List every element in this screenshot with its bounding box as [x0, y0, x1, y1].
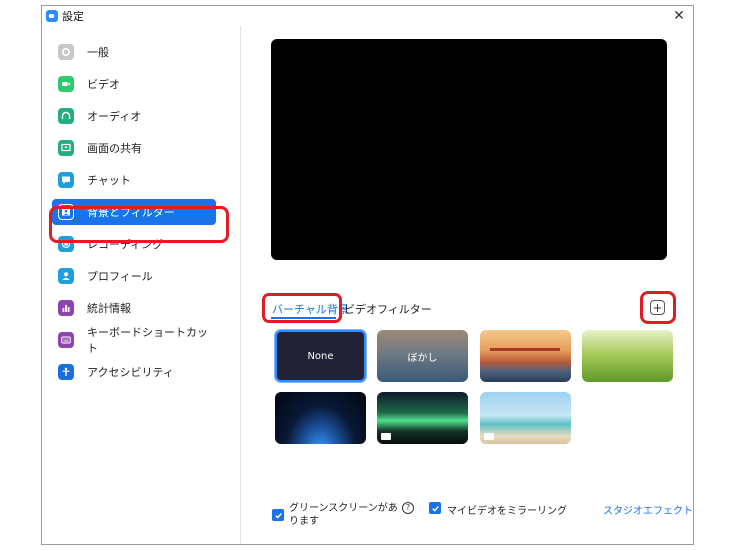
window-title: 設定 — [62, 10, 84, 23]
help-icon[interactable]: ? — [402, 502, 414, 514]
grass-image[interactable] — [582, 330, 673, 382]
studio-effects-link[interactable]: スタジオエフェクト — [603, 502, 693, 517]
sidebar-item-profile[interactable]: プロフィール — [52, 263, 216, 289]
green-screen-checkbox[interactable] — [272, 509, 284, 521]
video-camera-icon — [58, 76, 74, 92]
sidebar-item-label: プロフィール — [87, 270, 153, 283]
sidebar-item-label: チャット — [87, 174, 131, 187]
sidebar-item-chat[interactable]: チャット — [52, 167, 216, 193]
share-screen-icon — [58, 140, 74, 156]
sidebar-item-share-screen[interactable]: 画面の共有 — [52, 135, 216, 161]
aurora-image[interactable] — [377, 392, 468, 444]
settings-sidebar: 一般 ビデオ オーディオ 画面の共有 チャット 背景とフィルター レコーディング… — [42, 26, 241, 544]
chat-bubble-icon — [58, 172, 74, 188]
title-bar: 設定 ✕ — [42, 6, 693, 26]
sidebar-item-label: 統計情報 — [87, 302, 131, 315]
sidebar-item-audio[interactable]: オーディオ — [52, 103, 216, 129]
sidebar-item-video[interactable]: ビデオ — [52, 71, 216, 97]
background-thumb-blur[interactable]: ぼかし — [377, 330, 468, 382]
thumb-label: ぼかし — [407, 352, 438, 364]
close-button[interactable]: ✕ — [671, 7, 687, 25]
video-badge-icon — [381, 433, 391, 440]
gear-icon — [58, 44, 74, 60]
sidebar-item-label: ビデオ — [87, 78, 120, 91]
green-screen-label: グリーンスクリーンがあります — [289, 503, 398, 527]
highlight-add-button — [640, 291, 676, 324]
golden-gate-bridge-image[interactable] — [480, 330, 571, 382]
sidebar-item-general[interactable]: 一般 — [52, 39, 216, 65]
checkmark-icon — [274, 512, 282, 519]
sidebar-item-keyboard-shortcuts[interactable]: キーボードショートカット — [52, 326, 216, 355]
sidebar-item-label: キーボードショートカット — [87, 326, 208, 355]
bar-chart-icon — [58, 300, 74, 316]
tab-video-filter[interactable]: ビデオフィルター — [344, 301, 432, 317]
video-badge-icon — [484, 433, 494, 440]
highlight-sidebar-active — [49, 206, 229, 243]
sidebar-item-accessibility[interactable]: アクセシビリティ — [52, 359, 216, 385]
headphones-icon — [58, 108, 74, 124]
mirror-video-checkbox[interactable] — [429, 502, 441, 514]
thumb-label: None — [307, 350, 334, 362]
highlight-tab — [262, 293, 342, 323]
video-preview — [271, 39, 667, 260]
beach-palm-image[interactable] — [480, 392, 571, 444]
checkmark-icon — [431, 505, 439, 512]
sidebar-item-label: オーディオ — [87, 110, 142, 123]
earth-from-space-image[interactable] — [275, 392, 366, 444]
background-thumb-none[interactable]: None — [275, 330, 366, 382]
zoom-app-icon — [46, 10, 58, 22]
sidebar-item-label: アクセシビリティ — [87, 366, 174, 379]
sidebar-item-label: 画面の共有 — [87, 142, 142, 155]
person-icon — [58, 268, 74, 284]
sidebar-item-label: 一般 — [87, 46, 109, 59]
accessibility-icon — [58, 364, 74, 380]
sidebar-item-statistics[interactable]: 統計情報 — [52, 295, 216, 321]
keyboard-icon — [58, 332, 74, 348]
settings-window: 設定 ✕ 一般 ビデオ オーディオ 画面の共有 チャット 背景とフィルター レコ… — [41, 5, 694, 545]
mirror-video-label: マイビデオをミラーリング — [447, 506, 567, 517]
